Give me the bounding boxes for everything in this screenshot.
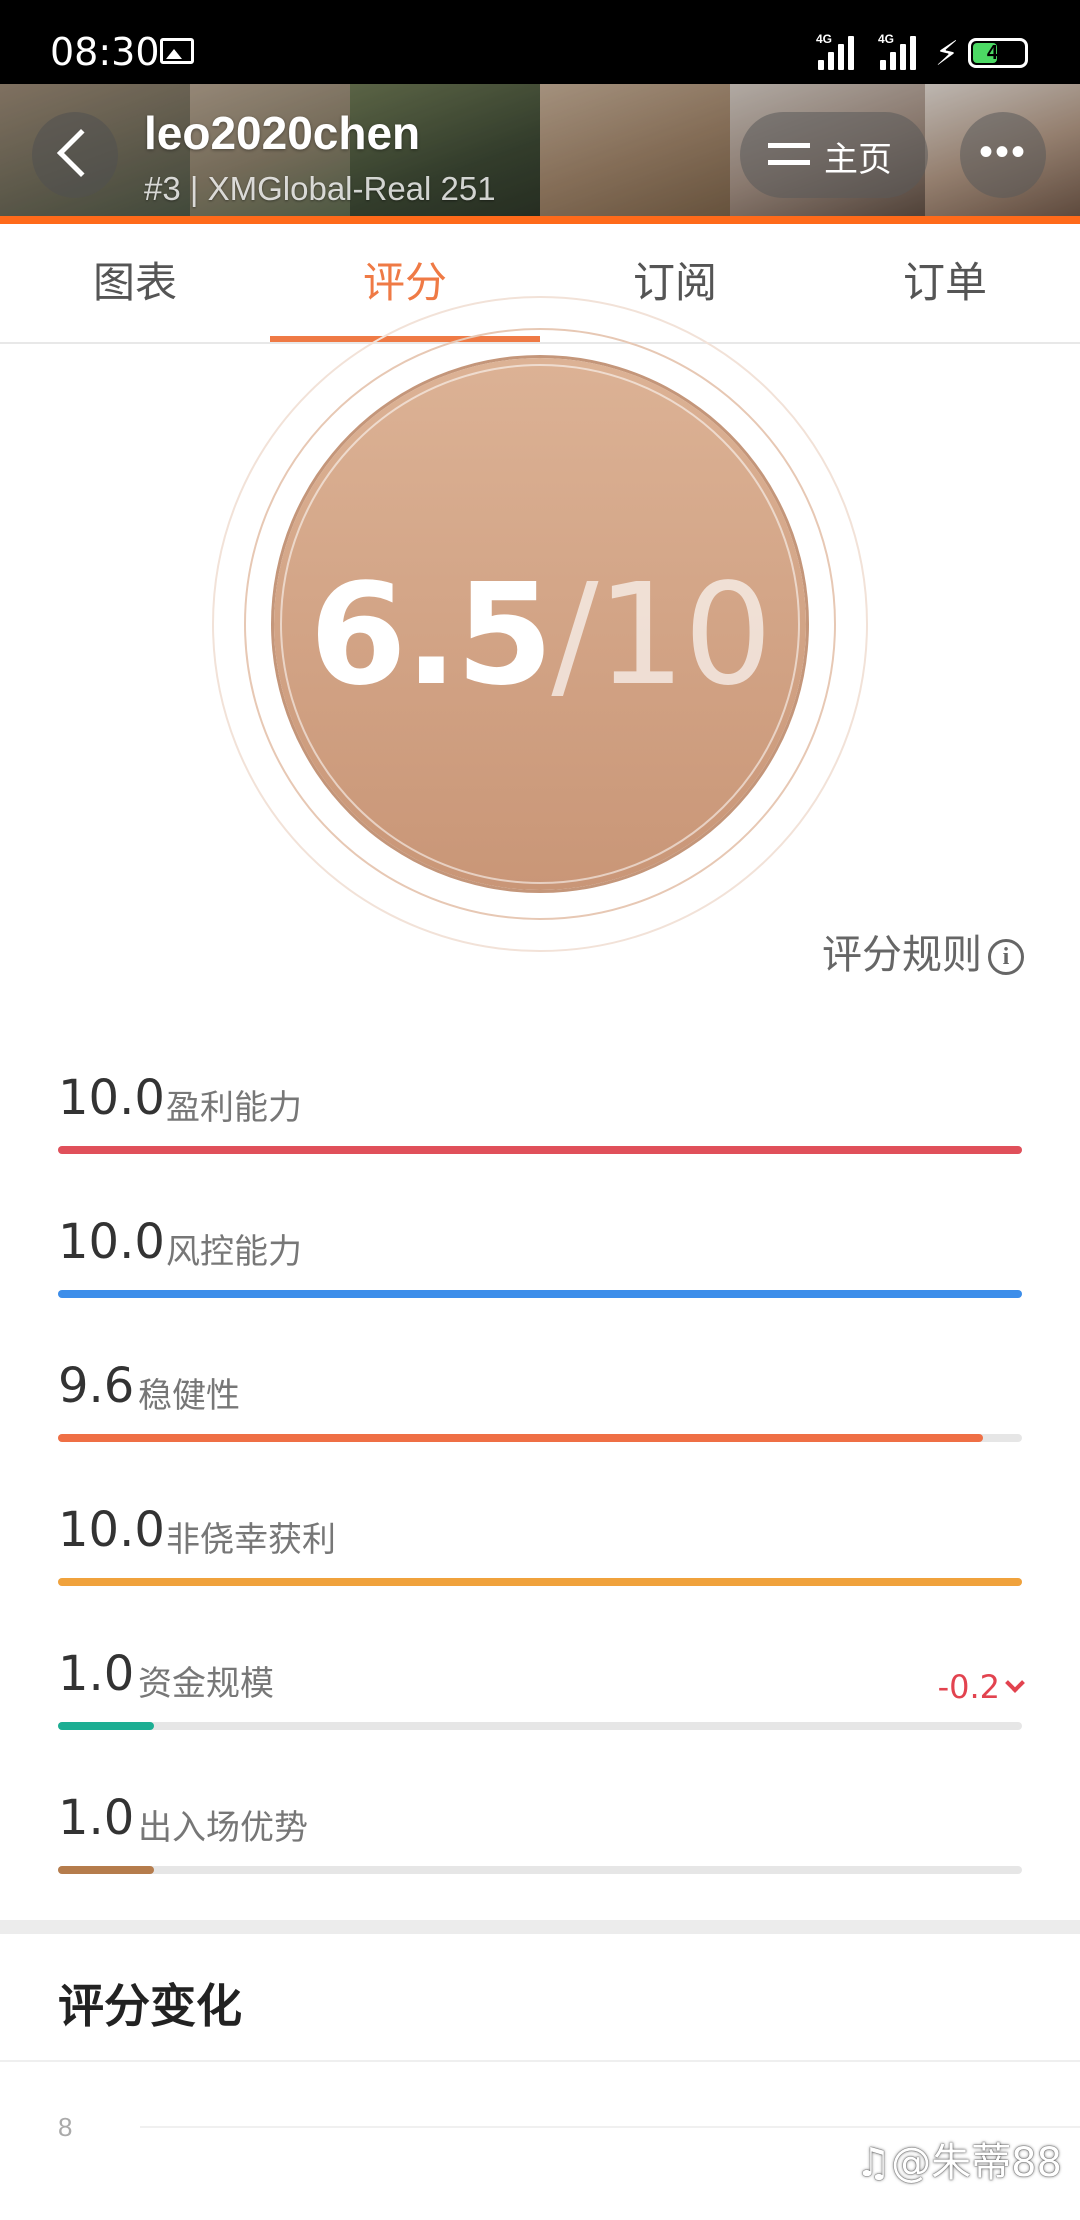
- metric-bar-track: [58, 1722, 1022, 1730]
- score-dial: 6.5/10: [212, 296, 868, 952]
- network-type-label: 4G: [878, 32, 895, 46]
- metric-row: 1.0 出入场优势: [58, 1790, 1022, 1890]
- metric-change[interactable]: -0.2: [937, 1668, 1025, 1706]
- back-button[interactable]: [32, 112, 118, 198]
- metric-row: 1.0 资金规模 -0.2: [58, 1646, 1025, 1746]
- metric-bar-track: [58, 1578, 1022, 1586]
- chart-grid-line: [140, 2126, 1080, 2128]
- signal-icon: 4G: [816, 32, 868, 70]
- metric-value: 10.0: [58, 1214, 165, 1270]
- metric-row: 9.6 稳健性: [58, 1358, 1022, 1458]
- metric-name: 稳健性: [138, 1376, 240, 1416]
- score-rules-label: 评分规则: [822, 932, 982, 978]
- metric-change-value: -0.2: [937, 1668, 1000, 1706]
- score-denominator: /10: [551, 554, 772, 717]
- metric-bar-fill: [58, 1290, 1022, 1298]
- metric-bar-fill: [58, 1434, 984, 1442]
- score-rules-link[interactable]: 评分规则 i: [822, 922, 1024, 980]
- charging-icon: ⚡: [935, 35, 959, 73]
- metric-bar-fill: [58, 1722, 155, 1730]
- swap-arrows-icon: [768, 134, 810, 174]
- battery-level: 45: [986, 42, 1010, 64]
- divider: [0, 2060, 1080, 2062]
- info-icon: i: [988, 939, 1024, 975]
- metric-row: 10.0 盈利能力: [58, 1070, 1022, 1170]
- metric-value: 1.0: [58, 1790, 135, 1846]
- metric-bar-track: [58, 1434, 1022, 1442]
- status-bar: 08:30 4G 4G ⚡ 45: [0, 0, 1080, 84]
- section-divider: [0, 1920, 1080, 1934]
- metric-row: 10.0 非侥幸获利: [58, 1502, 1022, 1602]
- metric-bar-track: [58, 1146, 1022, 1154]
- overall-score: 6.5/10: [274, 554, 806, 717]
- metric-bar-track: [58, 1290, 1022, 1298]
- home-button-label: 主页: [824, 140, 892, 180]
- network-type-label: 4G: [816, 32, 833, 46]
- metric-bar-track: [58, 1866, 1022, 1874]
- metric-name: 非侥幸获利: [166, 1520, 336, 1560]
- metric-value: 9.6: [58, 1358, 135, 1414]
- more-dots-icon: •••: [978, 130, 1027, 174]
- metric-name: 盈利能力: [166, 1088, 302, 1128]
- chevron-left-icon: [56, 128, 106, 178]
- section-title: 评分变化: [58, 1979, 242, 2033]
- image-notification-icon: [160, 38, 194, 64]
- score-value: 6.5: [309, 554, 553, 717]
- battery-icon: 45: [968, 38, 1028, 68]
- metric-bar-fill: [58, 1146, 1022, 1154]
- chevron-down-icon: [1005, 1673, 1025, 1693]
- home-button[interactable]: 主页: [740, 112, 928, 198]
- watermark: ♫@朱蒂88: [855, 2140, 1062, 2186]
- profile-header: leo2020chen #3 | XMGlobal-Real 251 主页 ••…: [0, 84, 1080, 224]
- metric-value: 10.0: [58, 1502, 165, 1558]
- metric-bar-fill: [58, 1866, 155, 1874]
- signal-icon: 4G: [878, 32, 930, 70]
- status-time: 08:30: [50, 30, 160, 74]
- metric-bar-fill: [58, 1578, 1022, 1586]
- account-subtitle: #3 | XMGlobal-Real 251: [144, 170, 496, 207]
- more-button[interactable]: •••: [960, 112, 1046, 198]
- metric-value: 10.0: [58, 1070, 165, 1126]
- metric-name: 资金规模: [138, 1664, 274, 1704]
- metric-row: 10.0 风控能力: [58, 1214, 1022, 1314]
- user-name: leo2020chen: [144, 107, 421, 159]
- metric-name: 出入场优势: [138, 1808, 308, 1848]
- chart-axis-label: 8: [58, 2112, 73, 2142]
- metric-name: 风控能力: [166, 1232, 302, 1272]
- metric-value: 1.0: [58, 1646, 135, 1702]
